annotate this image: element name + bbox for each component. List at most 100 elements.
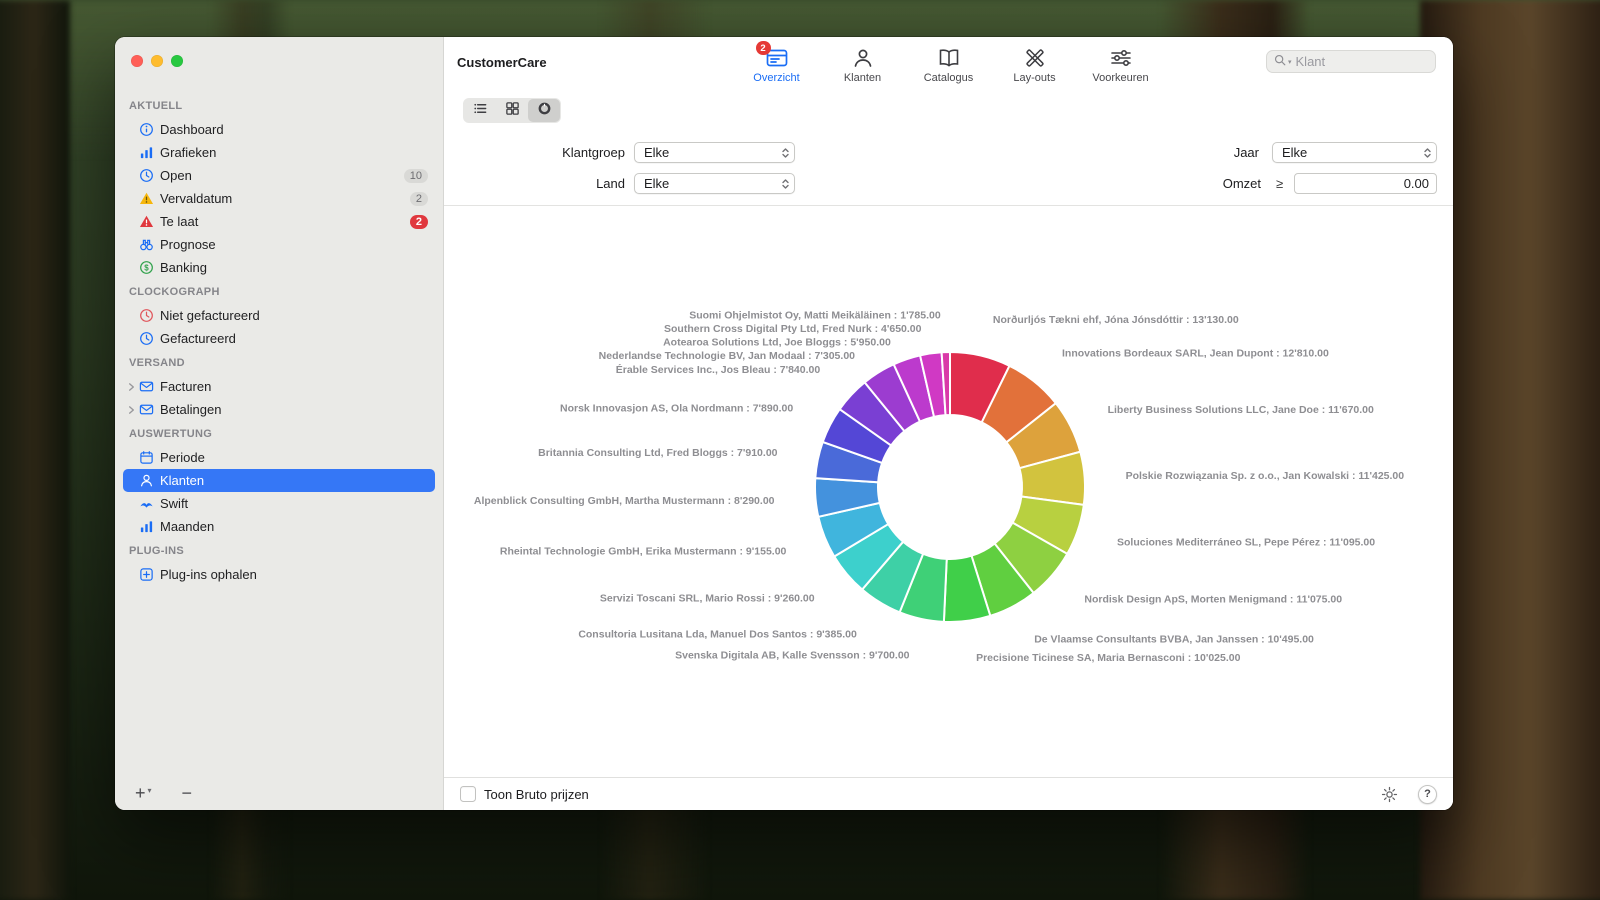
- plus-square-icon: [138, 567, 155, 583]
- item-label: Vervaldatum: [160, 191, 232, 206]
- tab-klanten[interactable]: Klanten: [827, 43, 899, 84]
- sidebar-item-betalingen[interactable]: Betalingen: [123, 398, 435, 421]
- tree-trunk-decoration: [0, 0, 70, 900]
- clock-icon: [138, 168, 155, 184]
- omzet-label: Omzet: [1104, 173, 1261, 194]
- klantgroep-dropdown-value: Elke: [644, 145, 669, 160]
- land-dropdown[interactable]: Elke: [634, 173, 795, 194]
- slice-label: Norðurljós Tækni ehf, Jóna Jónsdóttir : …: [993, 314, 1239, 326]
- jaar-dropdown[interactable]: Elke: [1272, 142, 1437, 163]
- disclosure-chevron-icon[interactable]: [125, 382, 138, 392]
- sidebar-item-maanden[interactable]: Maanden: [123, 515, 435, 538]
- gear-icon[interactable]: [1381, 786, 1398, 803]
- chevron-down-icon: ▾: [148, 782, 152, 800]
- sidebar-item-grafieken[interactable]: Grafieken: [123, 141, 435, 164]
- add-button-label: +: [135, 784, 146, 802]
- slice-label: Consultoria Lusitana Lda, Manuel Dos San…: [578, 629, 857, 641]
- clock-red-icon: [138, 308, 155, 324]
- omzet-input[interactable]: [1294, 173, 1437, 194]
- view-option-chart-view[interactable]: [528, 99, 560, 122]
- tab-label: Lay-outs: [1013, 72, 1055, 84]
- list-view-icon: [473, 101, 488, 121]
- sidebar: AKTUELLDashboardGrafiekenOpen10Vervaldat…: [115, 37, 444, 810]
- item-label: Grafieken: [160, 145, 216, 160]
- slice-label: Alpenblick Consulting GmbH, Martha Muste…: [474, 495, 775, 507]
- help-button[interactable]: ?: [1418, 785, 1437, 804]
- sidebar-section-auswertung: AUSWERTUNG Periode Klanten SwiftMaanden: [123, 423, 435, 538]
- bruto-checkbox[interactable]: [460, 786, 476, 802]
- sidebar-item-vervaldatum[interactable]: Vervaldatum 2: [123, 187, 435, 210]
- filter-bar: Klantgroep Elke Land Elke Jaar Elke Omze…: [444, 137, 1453, 205]
- sidebar-item-te-laat[interactable]: Te laat 2: [123, 210, 435, 233]
- item-label: Klanten: [160, 473, 204, 488]
- bruto-checkbox-label: Toon Bruto prijzen: [484, 787, 589, 802]
- clock-blue-icon: [138, 331, 155, 347]
- add-button[interactable]: +▾: [135, 784, 152, 802]
- tab-badge: 2: [756, 41, 771, 55]
- close-button[interactable]: [131, 55, 143, 67]
- item-badge: 2: [410, 215, 428, 229]
- tab-catalogus[interactable]: Catalogus: [913, 43, 985, 84]
- sidebar-item-open[interactable]: Open 10: [123, 164, 435, 187]
- land-label: Land: [444, 173, 625, 194]
- window-controls: [131, 55, 183, 67]
- zoom-button[interactable]: [171, 55, 183, 67]
- donut-chart: Norðurljós Tækni ehf, Jóna Jónsdóttir : …: [444, 206, 1453, 778]
- slice-label: Suomi Ohjelmistot Oy, Matti Meikäläinen …: [689, 310, 941, 322]
- klantgroep-dropdown[interactable]: Elke: [634, 142, 795, 163]
- tab-overzicht[interactable]: 2 Overzicht: [741, 43, 813, 84]
- tab-label: Voorkeuren: [1092, 72, 1148, 84]
- item-badge: 2: [410, 192, 428, 206]
- sidebar-item-klanten[interactable]: Klanten: [123, 469, 435, 492]
- item-label: Dashboard: [160, 122, 224, 137]
- section-header: AUSWERTUNG: [123, 423, 435, 446]
- sidebar-item-periode[interactable]: Periode: [123, 446, 435, 469]
- tab-label: Overzicht: [753, 72, 799, 84]
- sidebar-item-banking[interactable]: $ Banking: [123, 256, 435, 279]
- item-label: Gefactureerd: [160, 331, 236, 346]
- sidebar-item-dashboard[interactable]: Dashboard: [123, 118, 435, 141]
- sidebar-item-facturen[interactable]: Facturen: [123, 375, 435, 398]
- sidebar-item-gefactureerd[interactable]: Gefactureerd: [123, 327, 435, 350]
- sidebar-section-versand: VERSANDFacturenBetalingen: [123, 352, 435, 421]
- item-label: Prognose: [160, 237, 216, 252]
- sidebar-sections: AKTUELLDashboardGrafiekenOpen10Vervaldat…: [123, 95, 435, 588]
- item-label: Te laat: [160, 214, 198, 229]
- updown-chevron-icon: [1423, 146, 1432, 159]
- sidebar-item-prognose[interactable]: Prognose: [123, 233, 435, 256]
- land-dropdown-value: Elke: [644, 176, 669, 191]
- search-field[interactable]: ▾: [1266, 50, 1436, 73]
- slice-label: Aotearoa Solutions Ltd, Joe Bloggs : 5'9…: [663, 337, 891, 349]
- slice-label: Precisione Ticinese SA, Maria Bernasconi…: [976, 652, 1241, 664]
- search-input[interactable]: [1294, 53, 1428, 70]
- sidebar-item-niet-gefactureerd[interactable]: Niet gefactureerd: [123, 304, 435, 327]
- item-label: Banking: [160, 260, 207, 275]
- disclosure-chevron-icon[interactable]: [125, 405, 138, 415]
- sidebar-item-plug-ins-ophalen[interactable]: Plug-ins ophalen: [123, 563, 435, 586]
- slice-label: De Vlaamse Consultants BVBA, Jan Janssen…: [1034, 634, 1314, 646]
- item-label: Open: [160, 168, 192, 183]
- sidebar-item-swift[interactable]: Swift: [123, 492, 435, 515]
- view-option-grid-view[interactable]: [496, 99, 528, 122]
- section-header: PLUG-INS: [123, 540, 435, 563]
- item-label: Plug-ins ophalen: [160, 567, 257, 582]
- view-option-list-view[interactable]: [464, 99, 496, 122]
- sidebar-footer: +▾ −: [135, 784, 192, 802]
- slice-label: Servizi Toscani SRL, Mario Rossi : 9'260…: [600, 593, 815, 605]
- remove-button[interactable]: −: [182, 784, 193, 802]
- item-badge: 10: [404, 169, 428, 183]
- person-outline-icon: [850, 45, 876, 71]
- slice-label: Britannia Consulting Ltd, Fred Bloggs : …: [538, 447, 778, 459]
- svg-text:$: $: [144, 263, 149, 272]
- tab-voorkeuren[interactable]: Voorkeuren: [1085, 43, 1157, 84]
- person-icon: [138, 473, 155, 489]
- slice-label: Nordisk Design ApS, Morten Menigmand : 1…: [1084, 594, 1342, 606]
- slice-label: Nederlandse Technologie BV, Jan Modaal :…: [599, 350, 855, 362]
- slice-label: Norsk Innovasjon AS, Ola Nordmann : 7'89…: [560, 403, 793, 415]
- item-label: Periode: [160, 450, 205, 465]
- tab-lay-outs[interactable]: Lay-outs: [999, 43, 1071, 84]
- slice-label: Polskie Rozwiązania Sp. z o.o., Jan Kowa…: [1126, 470, 1405, 482]
- calendar-icon: [138, 450, 155, 466]
- item-label: Niet gefactureerd: [160, 308, 260, 323]
- minimize-button[interactable]: [151, 55, 163, 67]
